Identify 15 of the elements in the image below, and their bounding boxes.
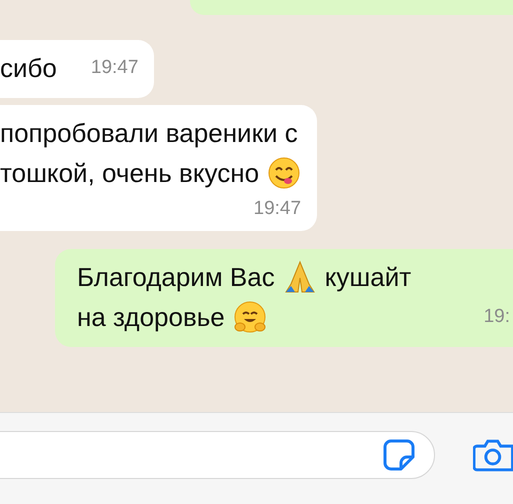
message-text: сибо — [0, 52, 57, 85]
message-text: попробовали вареники с — [0, 117, 298, 150]
hugging-face-icon — [232, 300, 267, 334]
message-text: кушайт — [324, 261, 412, 294]
camera-icon[interactable] — [473, 438, 513, 472]
message-time: 19: — [482, 305, 510, 329]
savoring-face-icon — [267, 156, 302, 190]
message-input-field[interactable] — [0, 430, 436, 478]
message-time: 19:47 — [252, 197, 302, 221]
message-text: на здоровье — [77, 301, 225, 334]
message-time: 19:47 — [90, 56, 138, 80]
message-text: тошкой, очень вкусно — [0, 157, 260, 190]
folded-hands-icon — [282, 260, 317, 294]
message-text: Благодарим Вас — [77, 261, 275, 294]
sticker-icon[interactable] — [382, 438, 416, 472]
